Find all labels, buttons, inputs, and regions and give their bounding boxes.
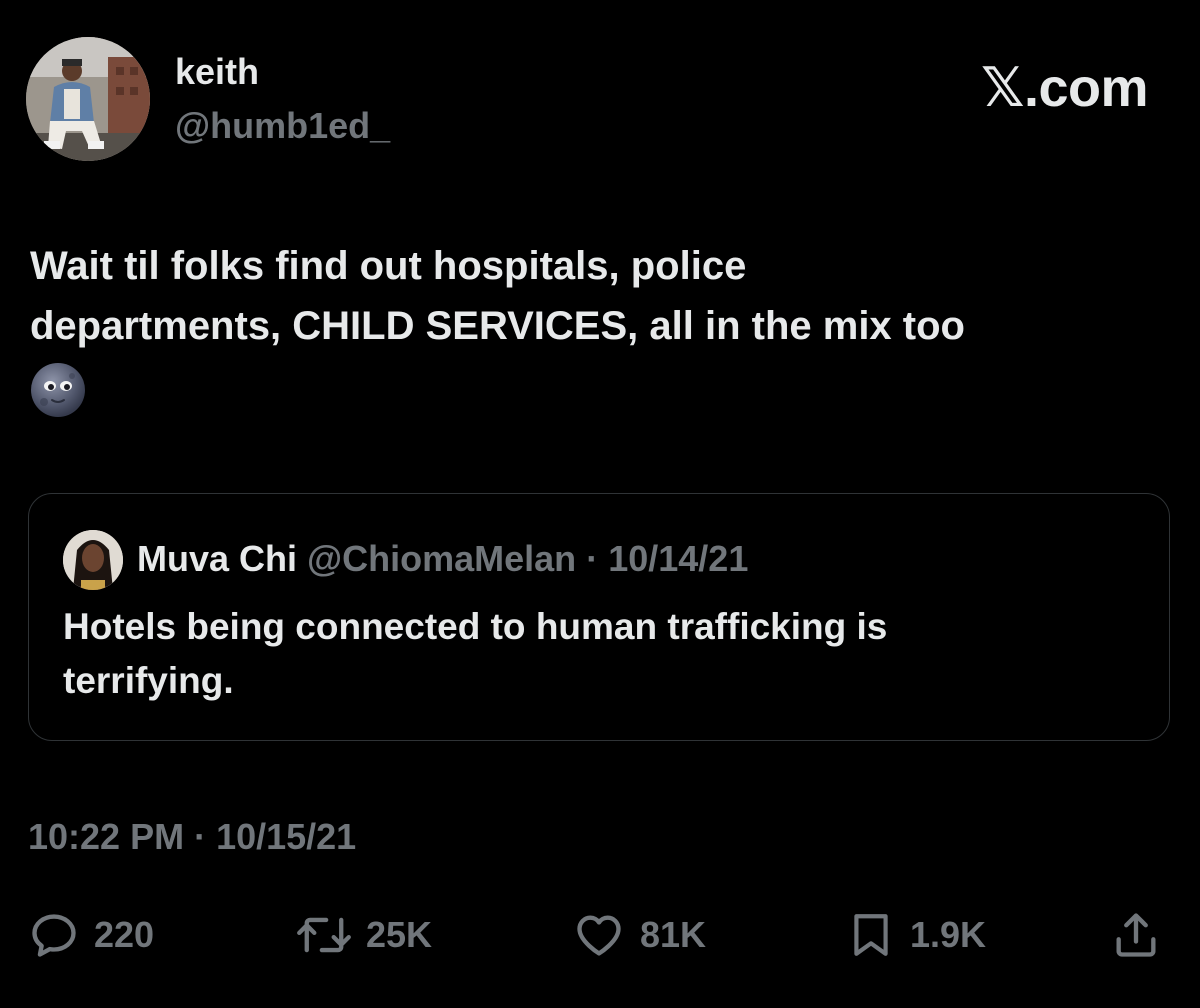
reply-count: 220 bbox=[94, 914, 155, 955]
repost-count: 25K bbox=[366, 914, 433, 955]
quoted-tweet-header: Muva Chi @ChiomaMelan · 10/14/21 bbox=[137, 534, 748, 584]
tweet-timestamp[interactable]: 10:22 PM · 10/15/21 bbox=[28, 812, 356, 862]
like-count: 81K bbox=[640, 914, 707, 955]
share-icon bbox=[1116, 913, 1156, 957]
new-moon-face-emoji-icon bbox=[31, 363, 85, 417]
quoted-tweet-text-line: Hotels being connected to human traffick… bbox=[63, 606, 888, 647]
reply-button[interactable]: 220 bbox=[28, 900, 154, 970]
action-bar: 220 25K 81K 1.9K bbox=[0, 900, 1200, 970]
quoted-tweet-text: Hotels being connected to human traffick… bbox=[63, 600, 1143, 708]
tweet-text-line: Wait til folks find out hospitals, polic… bbox=[30, 244, 747, 288]
quoted-tweet[interactable]: Muva Chi @ChiomaMelan · 10/14/21 Hotels … bbox=[28, 493, 1170, 741]
tweet-text-line: departments, CHILD SERVICES, all in the … bbox=[30, 304, 965, 348]
quoted-tweet-text-line: terrifying. bbox=[63, 660, 234, 701]
quoted-author-handle[interactable]: @ChiomaMelan bbox=[307, 538, 576, 579]
share-button[interactable] bbox=[1110, 900, 1162, 970]
tweet-text: Wait til folks find out hospitals, polic… bbox=[30, 236, 1170, 418]
quoted-tweet-date[interactable]: 10/14/21 bbox=[608, 538, 748, 579]
like-button[interactable]: 81K bbox=[572, 900, 706, 970]
quoted-author-avatar[interactable] bbox=[63, 530, 123, 590]
tweet-card: keith @humb1ed_ 𝕏.com Wait til folks fin… bbox=[0, 0, 1200, 1008]
bookmark-count: 1.9K bbox=[910, 914, 987, 955]
repost-icon bbox=[297, 917, 351, 953]
author-avatar[interactable] bbox=[26, 37, 150, 161]
heart-icon bbox=[577, 915, 621, 956]
bookmark-button[interactable]: 1.9K bbox=[846, 900, 986, 970]
reply-icon bbox=[32, 914, 76, 957]
bookmark-icon bbox=[854, 914, 888, 956]
author-handle[interactable]: @humb1ed_ bbox=[175, 104, 390, 148]
x-com-logo: 𝕏.com bbox=[980, 58, 1149, 118]
separator-dot: · bbox=[586, 538, 599, 579]
author-display-name[interactable]: keith bbox=[175, 50, 259, 94]
repost-button[interactable]: 25K bbox=[296, 900, 432, 970]
quoted-author-display-name[interactable]: Muva Chi bbox=[137, 538, 297, 579]
